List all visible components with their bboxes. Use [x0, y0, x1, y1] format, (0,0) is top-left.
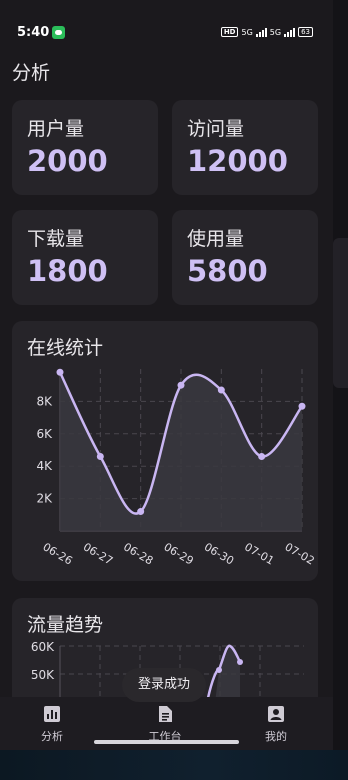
x-tick-label: 07-01	[242, 540, 276, 567]
y-tick-label: 2K	[36, 492, 53, 506]
background-strip	[0, 750, 348, 780]
analytics-icon	[44, 706, 60, 722]
data-point[interactable]	[298, 402, 306, 410]
stat-label: 使用量	[187, 228, 245, 250]
online-line-chart[interactable]: 2K 4K 6K 8K 06-26 06-27 06-28 06-29 06-30 07-01 07…	[12, 321, 318, 581]
edge-handle[interactable]	[333, 238, 348, 388]
profile-icon	[268, 706, 284, 722]
data-point[interactable]	[258, 452, 266, 460]
signal-bars-icon	[284, 27, 296, 37]
stat-card-visits[interactable]: 访问量 12000	[172, 100, 318, 195]
x-tick-label: 06-27	[81, 540, 115, 567]
status-bar: 5:40 HD 5G 5G 63	[0, 22, 333, 46]
tab-label: 我的	[265, 730, 287, 743]
data-point[interactable]	[217, 386, 225, 394]
signal-label-2: 5G	[269, 27, 282, 37]
y-tick-label: 6K	[36, 427, 53, 441]
stat-card-users[interactable]: 用户量 2000	[12, 100, 158, 195]
data-point[interactable]	[56, 368, 64, 376]
stat-card-usage[interactable]: 使用量 5800	[172, 210, 318, 305]
document-icon	[159, 706, 172, 722]
stat-value: 5800	[187, 254, 268, 288]
y-tick-label: 50K	[31, 668, 55, 682]
stat-value: 12000	[187, 144, 288, 178]
stat-value: 1800	[27, 254, 108, 288]
tab-workbench[interactable]: 工作台	[135, 705, 195, 744]
tab-profile[interactable]: 我的	[246, 705, 306, 744]
app-screen: 5:40 HD 5G 5G 63 分析 用户量 2000 访问量 12000 下…	[0, 0, 333, 750]
status-indicators: HD 5G 5G 63	[220, 27, 313, 37]
battery-icon: 63	[298, 27, 313, 37]
stat-label: 用户量	[27, 118, 85, 140]
home-indicator	[94, 740, 239, 744]
data-point[interactable]	[237, 659, 243, 665]
stat-label: 下载量	[27, 228, 85, 250]
stat-label: 访问量	[187, 118, 245, 140]
x-tick-label: 06-26	[41, 540, 75, 567]
online-chart-card: 在线统计 2K 4K 6K 8K 06-26 06-27 06-28 06-29 06-30 07…	[12, 321, 318, 581]
tab-label: 分析	[41, 730, 63, 743]
hd-badge: HD	[220, 27, 239, 37]
data-point[interactable]	[137, 508, 145, 516]
x-tick-label: 06-30	[202, 540, 236, 567]
x-tick-label: 07-02	[283, 540, 317, 567]
x-tick-label: 06-28	[121, 540, 155, 567]
x-tick-label: 06-29	[162, 540, 196, 567]
data-point[interactable]	[216, 667, 222, 673]
y-tick-label: 4K	[36, 459, 53, 473]
data-point[interactable]	[96, 452, 104, 460]
stat-card-downloads[interactable]: 下载量 1800	[12, 210, 158, 305]
page-title: 分析	[12, 62, 51, 84]
toast-message: 登录成功	[122, 668, 206, 702]
y-tick-label: 60K	[31, 640, 55, 654]
signal-label-1: 5G	[241, 27, 253, 37]
signal-bars-icon	[255, 27, 267, 37]
y-tick-label: 8K	[36, 394, 53, 408]
data-point[interactable]	[177, 381, 185, 389]
wechat-notification-icon	[52, 26, 65, 39]
status-time: 5:40	[17, 25, 50, 40]
side-edge-panel	[333, 0, 348, 750]
stat-value: 2000	[27, 144, 108, 178]
tab-analysis[interactable]: 分析	[22, 705, 82, 744]
